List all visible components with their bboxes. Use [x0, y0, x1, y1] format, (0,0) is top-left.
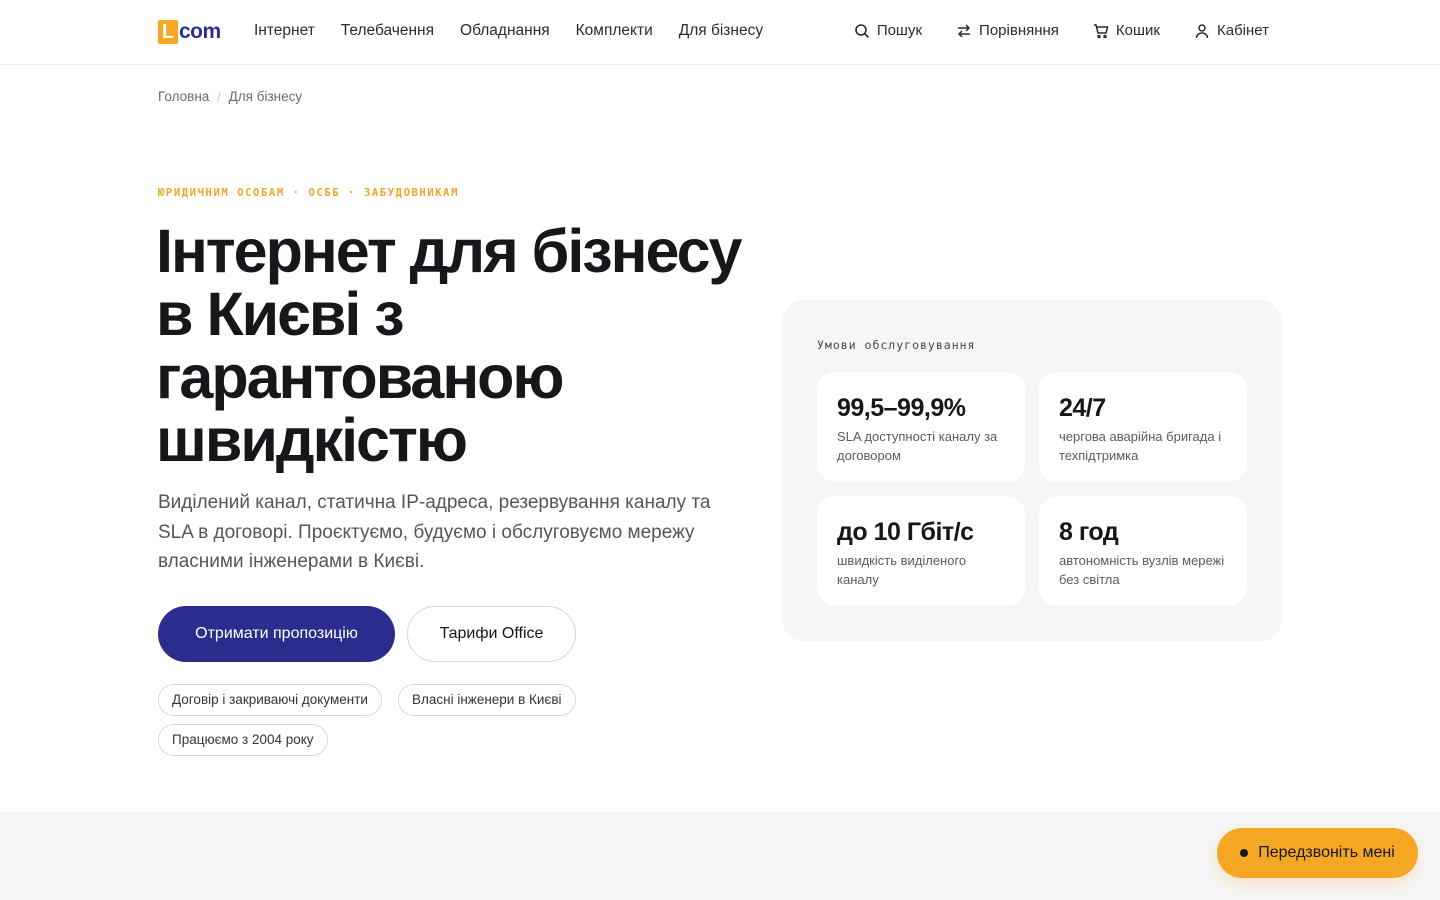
header-utilities: Пошук Порівняння Кошик Кабінет [854, 22, 1269, 39]
search-button[interactable]: Пошук [854, 22, 922, 39]
hero-eyebrow: ЮРИДИЧНИМ ОСОБАМ · ОСББ · ЗАБУДОВНИКАМ [158, 187, 460, 199]
account-label: Кабінет [1216, 22, 1269, 39]
stat-description: SLA доступності каналу за договором [837, 429, 998, 463]
stat-value: 24/7 [1059, 394, 1106, 422]
compare-icon [957, 23, 971, 38]
stat-description: чергова аварійна бригада і техпідтримка [1059, 429, 1222, 463]
feature-chip: Договір і закриваючі документи [158, 684, 382, 716]
nav-bundles[interactable]: Комплекти [576, 22, 653, 40]
title-line: Інтернет для бізнесу [156, 217, 742, 285]
cart-label: Кошик [1115, 22, 1160, 39]
cart-icon [1093, 23, 1109, 38]
nav-business[interactable]: Для бізнесу [679, 22, 763, 40]
stat-tile-speed: до 10 Гбіт/с швидкість виділеного каналу [817, 496, 1025, 606]
feature-chip: Власні інженери в Києві [398, 684, 576, 716]
main-nav: Інтернет Телебачення Обладнання Комплект… [254, 22, 763, 40]
breadcrumb: Головна / Для бізнесу [158, 89, 302, 104]
nav-tv[interactable]: Телебачення [341, 22, 434, 40]
logo[interactable]: L com [158, 20, 221, 44]
stat-value: 99,5–99,9% [837, 394, 966, 422]
nav-equipment[interactable]: Обладнання [460, 22, 550, 40]
logo-mark: L [158, 20, 178, 44]
compare-label: Порівняння [979, 22, 1059, 39]
page-title: Інтернет для бізнесу в Києві з гарантова… [156, 220, 776, 472]
card-label: Умови обслуговування [817, 338, 976, 352]
hero-lead: Виділений канал, статична IP-адреса, рез… [158, 492, 711, 572]
search-icon [855, 23, 869, 38]
stat-tile-support: 24/7 чергова аварійна бригада і техпідтр… [1039, 372, 1247, 482]
callback-label: Передзвоніть мені [1258, 844, 1395, 861]
user-icon [1195, 23, 1209, 38]
stat-description: автономність вузлів мережі без світла [1059, 553, 1225, 587]
title-line: гарантованою [156, 343, 565, 411]
breadcrumb-separator: / [217, 89, 221, 104]
account-button[interactable]: Кабінет [1194, 22, 1269, 39]
compare-button[interactable]: Порівняння [956, 22, 1059, 39]
cart-button[interactable]: Кошик [1093, 22, 1160, 39]
callback-button[interactable]: Передзвоніть мені [1217, 828, 1418, 878]
title-line: в Києві з [156, 280, 405, 348]
status-dot-icon [1240, 849, 1249, 857]
stat-description: швидкість виділеного каналу [837, 553, 967, 587]
office-tariffs-button[interactable]: Тарифи Office [407, 606, 576, 662]
breadcrumb-home[interactable]: Головна [158, 89, 209, 104]
stat-tile-sla: 99,5–99,9% SLA доступності каналу за дог… [817, 372, 1025, 482]
nav-internet[interactable]: Інтернет [254, 22, 315, 40]
site-header: L com Інтернет Телебачення Обладнання Ко… [0, 0, 1440, 65]
title-line: швидкістю [156, 406, 468, 474]
service-conditions-card: Умови обслуговування 99,5–99,9% SLA дост… [782, 300, 1282, 641]
stat-value: 8 год [1059, 518, 1119, 546]
breadcrumb-current: Для бізнесу [228, 89, 303, 104]
search-label: Пошук [876, 22, 923, 39]
logo-text: com [179, 20, 221, 43]
stat-tile-autonomy: 8 год автономність вузлів мережі без сві… [1039, 496, 1247, 606]
feature-chip: Працюємо з 2004 року [158, 724, 328, 756]
stat-value: до 10 Гбіт/с [837, 518, 974, 546]
get-offer-button[interactable]: Отримати пропозицію [158, 606, 395, 662]
